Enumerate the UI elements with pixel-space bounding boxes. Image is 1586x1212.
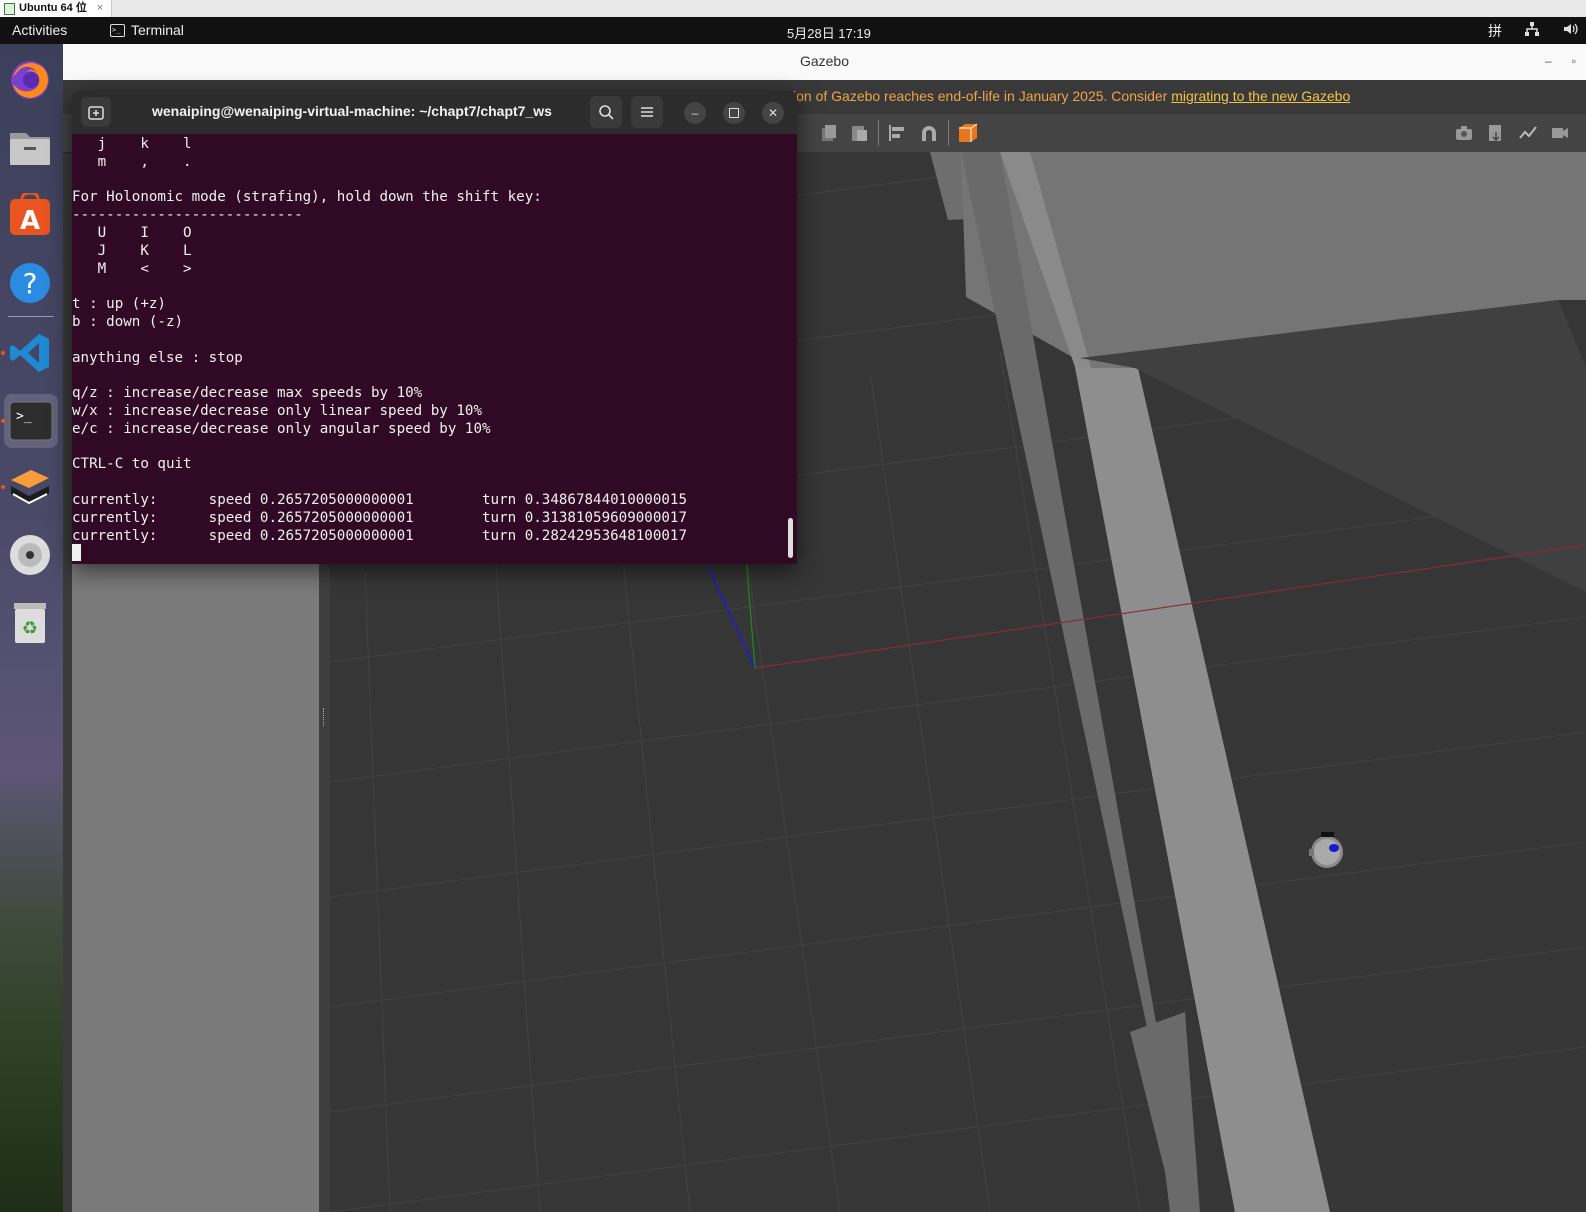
search-icon <box>599 105 614 120</box>
terminal-line: M < > <box>72 260 192 277</box>
terminal-scrollbar[interactable] <box>788 518 793 558</box>
vm-tab-title: Ubuntu 64 位 <box>19 2 87 14</box>
snap-magnet-icon[interactable] <box>920 124 938 142</box>
gazebo-title: Gazebo <box>799 53 850 69</box>
terminal-line: j k l <box>72 136 192 152</box>
hamburger-icon <box>641 107 653 117</box>
running-indicator <box>1 485 5 489</box>
terminal-line: q/z : increase/decrease max speeds by 10… <box>72 385 423 402</box>
firefox-icon[interactable] <box>7 56 53 102</box>
terminal-line: currently: speed 0.2657205000000001 turn… <box>72 491 687 508</box>
svg-text:?: ? <box>23 267 38 300</box>
terminal-line: CTRL-C to quit <box>72 456 192 473</box>
clock[interactable]: 5月28日 17:19 <box>787 23 871 42</box>
app-menu-label: Terminal <box>131 22 184 38</box>
vm-tab-close-icon[interactable]: × <box>97 1 103 16</box>
close-icon: ✕ <box>767 106 779 120</box>
help-icon[interactable]: ? <box>7 260 53 306</box>
network-icon[interactable] <box>1524 21 1540 41</box>
toolbar-divider <box>878 120 879 146</box>
video-record-icon[interactable] <box>1551 124 1569 142</box>
terminal-line: w/x : increase/decrease only linear spee… <box>72 402 482 419</box>
gazebo-maximize-button[interactable]: ▫ <box>1572 54 1576 68</box>
vm-tab[interactable]: Ubuntu 64 位 × <box>0 0 113 17</box>
gazebo-window-controls: – ▫ <box>1545 54 1576 68</box>
app-menu-terminal[interactable]: >_ Terminal <box>110 22 184 38</box>
terminal-line: currently: speed 0.2657205000000001 turn… <box>72 509 687 526</box>
input-method-indicator[interactable]: 拼 <box>1488 21 1502 41</box>
terminal-output: j k l m , . For Holonomic mode (strafing… <box>72 136 687 545</box>
toolbar-divider <box>948 120 949 146</box>
terminal-line: anything else : stop <box>72 349 243 366</box>
gazebo-minimize-button[interactable]: – <box>1545 54 1552 68</box>
splitter-grip[interactable] <box>323 708 326 726</box>
dock: A ? >_ ♻ <box>0 44 63 1212</box>
vm-tab-bar: Ubuntu 64 位 × <box>0 0 1586 18</box>
copy-icon[interactable] <box>820 124 838 142</box>
terminal-maximize-button[interactable] <box>723 102 745 124</box>
terminal-minimize-button[interactable]: – <box>684 102 706 124</box>
terminal-line: t : up (+z) <box>72 296 166 313</box>
minimize-icon: – <box>691 106 699 120</box>
terminal-cursor <box>72 544 81 561</box>
migration-link[interactable]: migrating to the new Gazebo <box>1171 88 1350 104</box>
new-tab-button[interactable] <box>81 97 111 127</box>
terminal-window[interactable]: wenaiping@wenaiping-virtual-machine: ~/c… <box>72 91 797 564</box>
dock-separator <box>8 316 54 317</box>
terminal-title: wenaiping@wenaiping-virtual-machine: ~/c… <box>152 103 552 119</box>
terminal-line: J K L <box>72 242 192 259</box>
dvd-drive-icon[interactable] <box>7 532 53 578</box>
maximize-icon <box>729 108 739 118</box>
terminal-small-icon: >_ <box>110 23 125 37</box>
terminal-line: For Holonomic mode (strafing), hold down… <box>72 189 542 206</box>
terminal-dock-icon[interactable]: >_ <box>4 394 58 448</box>
terminal-line: currently: speed 0.2657205000000001 turn… <box>72 527 687 544</box>
plot-icon[interactable] <box>1519 124 1537 142</box>
terminal-headerbar[interactable]: wenaiping@wenaiping-virtual-machine: ~/c… <box>72 91 797 134</box>
sublime-merge-icon[interactable] <box>7 464 53 510</box>
terminal-close-button[interactable]: ✕ <box>762 102 784 124</box>
ubuntu-software-icon[interactable]: A <box>7 192 53 238</box>
volume-icon[interactable] <box>1562 21 1578 41</box>
align-icon[interactable] <box>888 124 906 142</box>
log-icon[interactable] <box>1487 124 1505 142</box>
top-panel: Activities >_ Terminal 5月28日 17:19 拼 <box>0 17 1586 44</box>
svg-text:>_: >_ <box>16 409 32 424</box>
terminal-line: b : down (-z) <box>72 313 184 330</box>
terminal-line: U I O <box>72 224 192 241</box>
terminal-line: m , . <box>72 153 192 170</box>
vscode-icon[interactable] <box>7 330 53 376</box>
robot-model <box>1309 832 1343 868</box>
screenshot-camera-icon[interactable] <box>1455 124 1473 142</box>
hamburger-menu-button[interactable] <box>631 96 663 128</box>
vm-icon <box>4 2 15 15</box>
gazebo-titlebar[interactable]: Gazebo – ▫ <box>63 44 1586 81</box>
system-tray[interactable]: 拼 <box>1488 21 1578 41</box>
running-indicator <box>1 419 5 423</box>
running-indicator <box>1 351 5 355</box>
search-button[interactable] <box>590 96 622 128</box>
view-angle-icon[interactable] <box>957 122 979 144</box>
notice-text: ion of Gazebo reaches end-of-life in Jan… <box>793 88 1172 104</box>
files-icon[interactable] <box>7 124 53 170</box>
terminal-line: --------------------------- <box>72 207 303 224</box>
activities-button[interactable]: Activities <box>12 22 67 38</box>
terminal-body[interactable]: j k l m , . For Holonomic mode (strafing… <box>72 134 797 564</box>
svg-text:A: A <box>20 206 40 236</box>
svg-text:♻: ♻ <box>22 618 38 639</box>
new-tab-icon <box>88 106 104 120</box>
paste-icon[interactable] <box>850 124 868 142</box>
terminal-line: e/c : increase/decrease only angular spe… <box>72 420 491 437</box>
trash-icon[interactable]: ♻ <box>7 600 53 646</box>
